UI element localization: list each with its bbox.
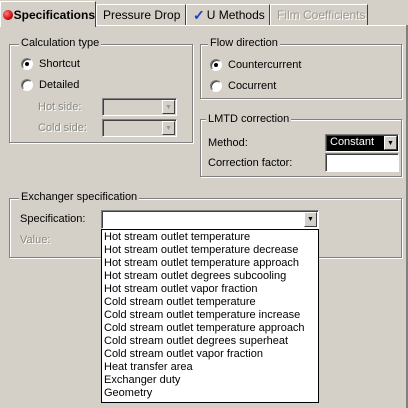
calculation-type-title: Calculation type: [19, 37, 102, 49]
hot-side-label: Hot side:: [38, 101, 82, 113]
radio-button[interactable]: [210, 59, 222, 71]
radio-cocurrent[interactable]: Cocurrent: [210, 80, 276, 92]
dropdown-option[interactable]: Cold stream outlet temperature increase: [102, 309, 318, 322]
chevron-down-icon[interactable]: ▼: [384, 136, 397, 150]
chevron-down-icon[interactable]: ▼: [162, 121, 175, 135]
dropdown-option[interactable]: Geometry: [102, 387, 318, 400]
radio-label: Detailed: [39, 79, 80, 91]
tab-u-methods[interactable]: ✓ U Methods: [186, 4, 270, 25]
red-status-icon: [3, 9, 13, 20]
cold-side-label: Cold side:: [38, 122, 87, 134]
chevron-down-icon[interactable]: ▼: [162, 100, 175, 114]
method-label: Method:: [208, 137, 248, 149]
lmtd-correction-title: LMTD correction: [206, 113, 292, 125]
flow-direction-title: Flow direction: [208, 37, 280, 49]
tab-pressure-drop[interactable]: Pressure Drop: [96, 4, 186, 25]
radio-label: Countercurrent: [228, 59, 302, 71]
tab-label: U Methods: [206, 8, 265, 22]
radio-button[interactable]: [21, 79, 33, 91]
dropdown-option[interactable]: Cold stream outlet degrees superheat: [102, 335, 318, 348]
hot-side-combo[interactable]: ▼: [102, 98, 177, 116]
specification-dropdown-list[interactable]: Hot stream outlet temperature Hot stream…: [101, 229, 319, 403]
radio-button[interactable]: [210, 80, 222, 92]
dropdown-option[interactable]: Hot stream outlet temperature decrease: [102, 244, 318, 257]
radio-button[interactable]: [21, 58, 33, 70]
dropdown-option[interactable]: Cold stream outlet vapor fraction: [102, 348, 318, 361]
method-value: Constant: [330, 136, 375, 148]
dropdown-option[interactable]: Heat transfer area: [102, 361, 318, 374]
tab-label: Film Coefficients: [277, 8, 366, 22]
correction-factor-input[interactable]: [325, 153, 399, 172]
method-select[interactable]: Constant ▼: [325, 134, 399, 152]
cold-side-combo[interactable]: ▼: [102, 119, 177, 137]
radio-detailed[interactable]: Detailed: [21, 79, 79, 91]
exchanger-spec-title: Exchanger specification: [19, 191, 140, 203]
dropdown-option[interactable]: Exchanger duty: [102, 374, 318, 387]
tab-film-coefficients[interactable]: Film Coefficients: [270, 4, 368, 25]
radio-shortcut[interactable]: Shortcut: [21, 58, 80, 70]
chevron-down-icon[interactable]: ▼: [304, 212, 317, 227]
dropdown-option[interactable]: Hot stream outlet temperature: [102, 231, 318, 244]
specification-select[interactable]: ▼: [101, 210, 319, 229]
tab-label: Specifications: [13, 7, 95, 22]
dropdown-option[interactable]: Cold stream outlet temperature approach: [102, 322, 318, 335]
value-label: Value:: [20, 234, 51, 246]
dropdown-option[interactable]: Hot stream outlet degrees subcooling: [102, 270, 318, 283]
radio-countercurrent[interactable]: Countercurrent: [210, 59, 301, 71]
tab-specifications[interactable]: Specifications: [0, 1, 96, 27]
tab-strip: Specifications Pressure Drop ✓ U Methods…: [0, 0, 408, 27]
correction-factor-label: Correction factor:: [208, 157, 293, 169]
tab-label: Pressure Drop: [103, 8, 181, 22]
dropdown-option[interactable]: Cold stream outlet temperature: [102, 296, 318, 309]
specification-label: Specification:: [20, 213, 86, 225]
radio-label: Shortcut: [39, 58, 80, 70]
dropdown-option[interactable]: Hot stream outlet temperature approach: [102, 257, 318, 270]
check-icon: ✓: [193, 6, 205, 23]
dropdown-option[interactable]: Hot stream outlet vapor fraction: [102, 283, 318, 296]
radio-label: Cocurrent: [228, 80, 277, 92]
